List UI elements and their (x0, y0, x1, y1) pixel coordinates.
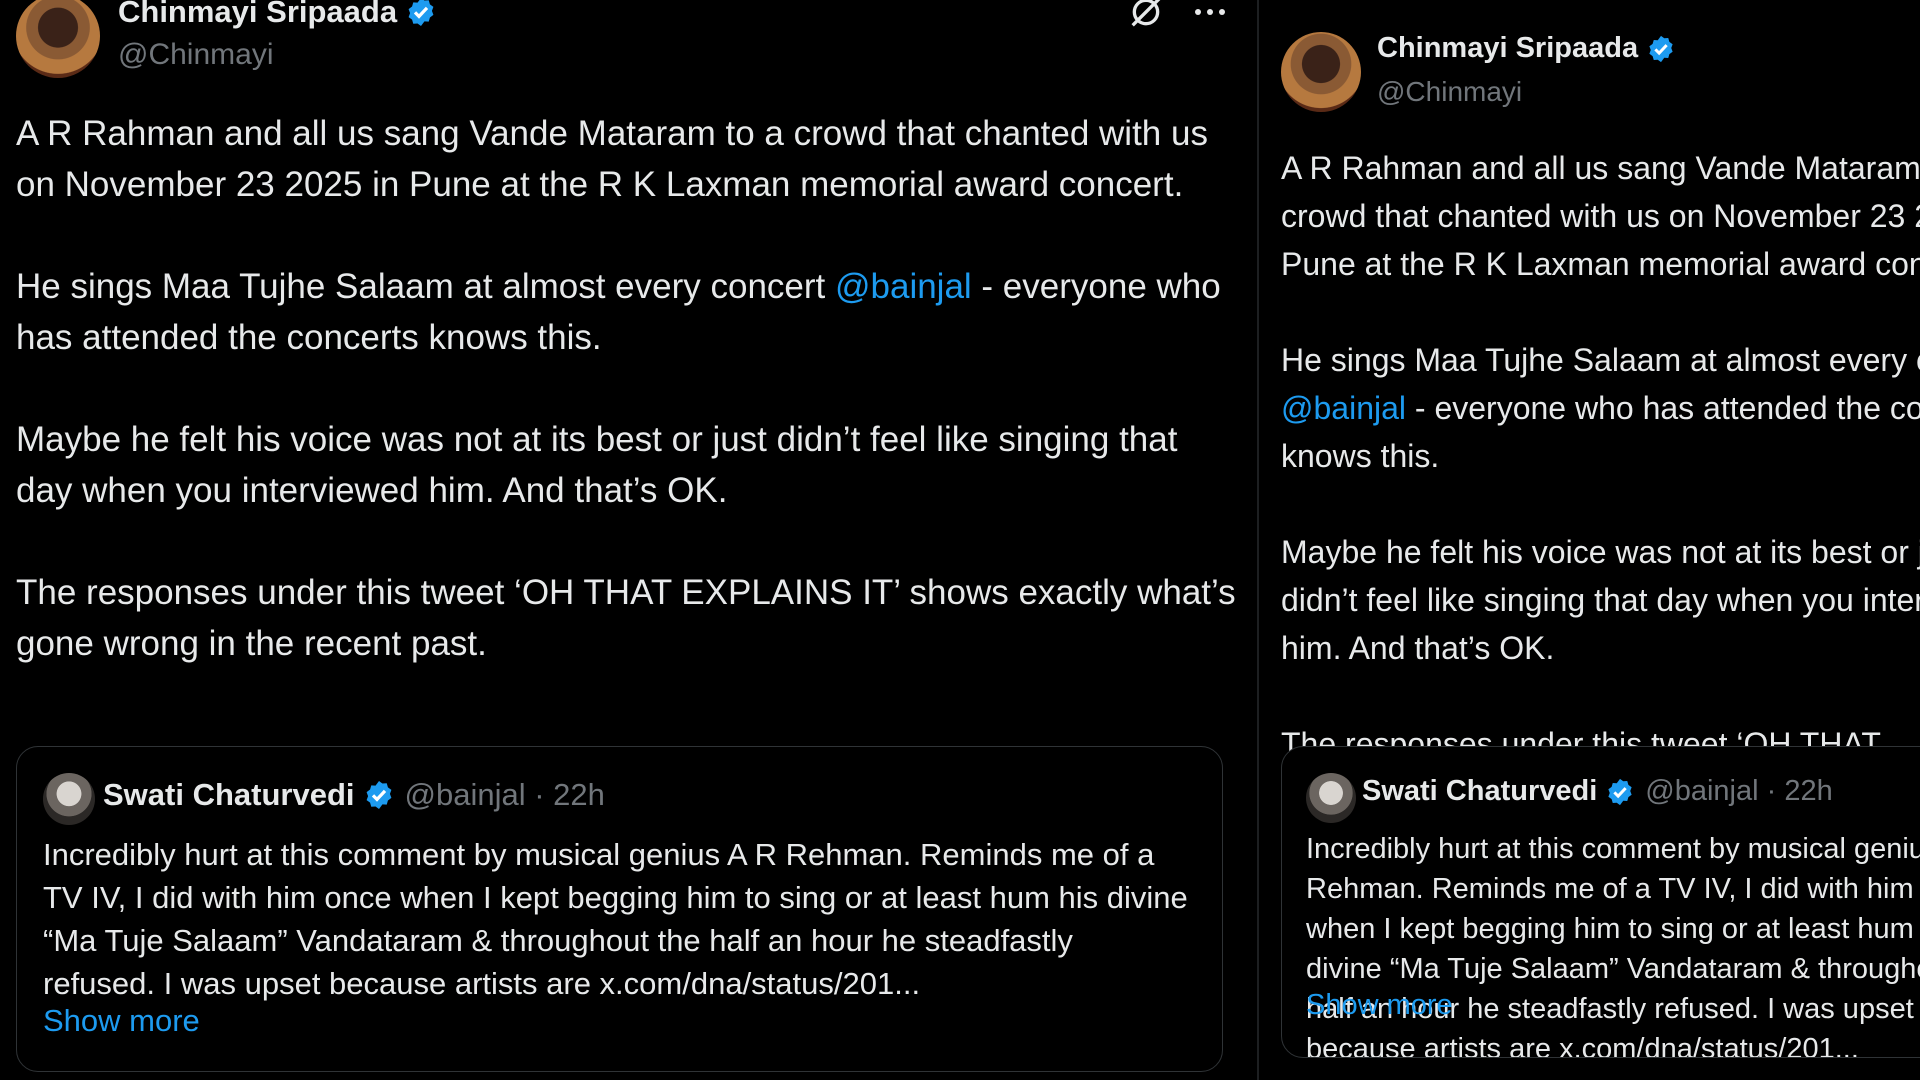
quoted-handle-time[interactable]: @bainjal · 22h (1645, 775, 1832, 808)
show-more-link[interactable]: Show more (1306, 989, 1453, 1022)
quoted-author-name[interactable]: Swati Chaturvedi (1362, 775, 1597, 808)
grok-icon[interactable] (1126, 0, 1166, 32)
verified-badge-icon (405, 0, 437, 28)
quoted-author-avatar[interactable] (1306, 773, 1356, 823)
tweet-actions-top (1126, 0, 1228, 32)
tweet-paragraph: Maybe he felt his voice was not at its b… (1281, 534, 1920, 666)
mention-link[interactable]: @bainjal (835, 267, 972, 306)
author-name[interactable]: Chinmayi Sripaada (118, 0, 397, 30)
tweet-paragraph: He sings Maa Tujhe Salaam at almost ever… (16, 267, 1221, 357)
quoted-author-avatar[interactable] (43, 773, 95, 825)
author-avatar[interactable] (1281, 32, 1361, 112)
tweet-paragraph: A R Rahman and all us sang Vande Mataram… (16, 114, 1208, 204)
tweet-paragraph: A R Rahman and all us sang Vande Mataram… (1281, 150, 1920, 282)
quoted-tweet-card[interactable]: Swati Chaturvedi @bainjal · 22h Incredib… (16, 746, 1223, 1072)
author-avatar[interactable] (16, 0, 100, 78)
verified-badge-icon (363, 779, 395, 811)
quoted-text: Incredibly hurt at this comment by music… (43, 837, 1188, 1001)
quoted-tweet-card[interactable]: Swati Chaturvedi @bainjal · 22h Incredib… (1281, 746, 1920, 1058)
tweet-text: A R Rahman and all us sang Vande Mataram… (16, 108, 1236, 669)
verified-badge-icon (1605, 777, 1635, 807)
verified-badge-icon (1646, 34, 1676, 64)
tweet-paragraph: Maybe he felt his voice was not at its b… (16, 420, 1178, 510)
quoted-author-name[interactable]: Swati Chaturvedi (103, 777, 355, 813)
author-name-row[interactable]: Chinmayi Sripaada (1377, 32, 1676, 65)
quoted-text: Incredibly hurt at this comment by music… (1306, 833, 1920, 1058)
author-handle[interactable]: @Chinmayi (1377, 76, 1522, 108)
mention-link[interactable]: @bainjal (1281, 390, 1406, 426)
quoted-header: Swati Chaturvedi @bainjal · 22h (103, 777, 605, 813)
tweet-left: Chinmayi Sripaada @Chinmayi A R Rahman a… (0, 0, 1257, 1080)
show-more-link[interactable]: Show more (43, 1003, 200, 1039)
quoted-handle-time[interactable]: @bainjal · 22h (405, 777, 605, 813)
tweet-right: Chinmayi Sripaada @Chinmayi A R Rahman a… (1259, 0, 1920, 1080)
tweet-paragraph: He sings Maa Tujhe Salaam at almost ever… (1281, 342, 1920, 474)
more-icon[interactable] (1192, 6, 1228, 18)
author-handle[interactable]: @Chinmayi (118, 38, 274, 72)
author-name[interactable]: Chinmayi Sripaada (1377, 32, 1638, 65)
tweet-paragraph: The responses under this tweet ‘OH THAT … (16, 573, 1236, 663)
author-name-row[interactable]: Chinmayi Sripaada (118, 0, 437, 30)
quoted-header: Swati Chaturvedi @bainjal · 22h (1362, 775, 1833, 808)
